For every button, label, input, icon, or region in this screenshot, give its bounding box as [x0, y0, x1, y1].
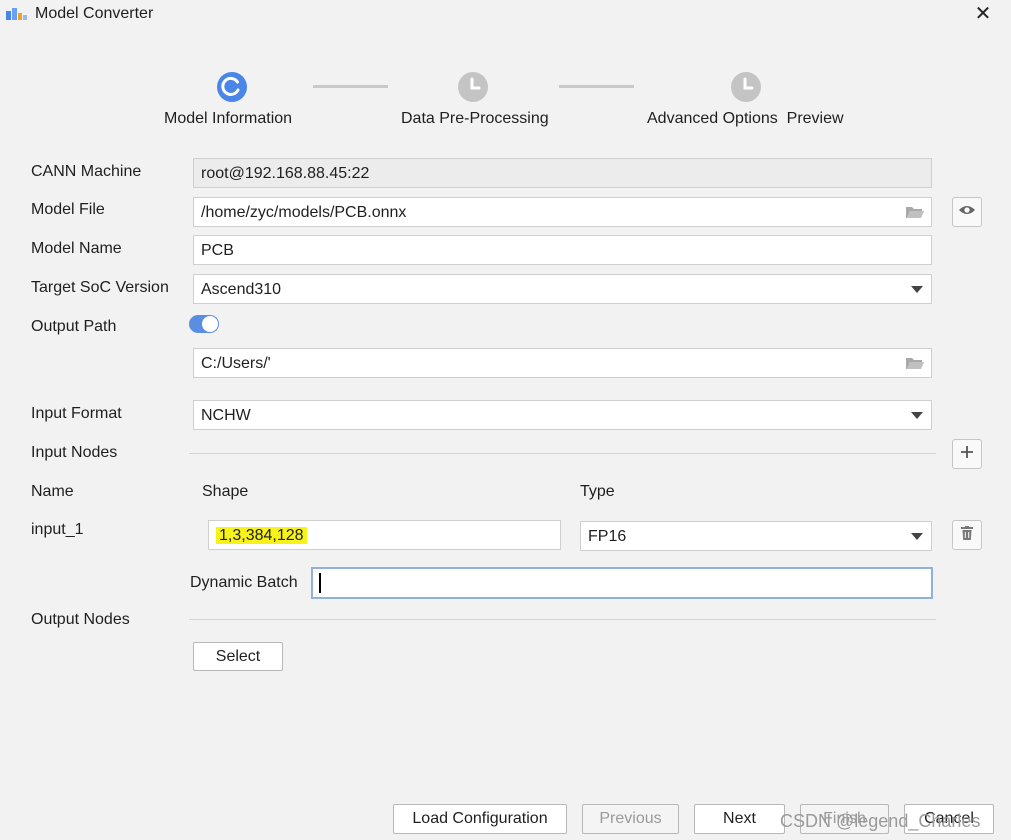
dynamic-batch-label: Dynamic Batch: [190, 574, 298, 591]
trash-icon: [961, 525, 973, 545]
plus-icon: [960, 445, 974, 464]
input-format-select[interactable]: NCHW: [193, 400, 932, 430]
previous-button[interactable]: Previous: [582, 804, 679, 834]
model-file-value: /home/zyc/models/PCB.onnx: [201, 204, 407, 221]
toggle-knob: [202, 316, 218, 332]
input-node-shape-input[interactable]: 1,3,384,128: [208, 520, 561, 550]
input-nodes-divider: [189, 453, 936, 454]
text-caret: [319, 573, 321, 593]
column-shape-header: Shape: [202, 483, 249, 500]
column-name-header: Name: [31, 483, 74, 500]
eye-icon: [958, 203, 976, 221]
add-input-node-button[interactable]: [952, 439, 982, 469]
preview-model-button[interactable]: [952, 197, 982, 227]
input-node-name: input_1: [31, 521, 84, 538]
column-type-header: Type: [580, 483, 615, 500]
load-configuration-button[interactable]: Load Configuration: [393, 804, 567, 834]
delete-input-node-button[interactable]: [952, 520, 982, 550]
model-name-input[interactable]: PCB: [193, 235, 932, 265]
step-connector: [313, 85, 388, 88]
model-file-label: Model File: [31, 201, 105, 218]
input-format-label: Input Format: [31, 405, 122, 422]
chevron-down-icon: [911, 533, 923, 540]
target-soc-label: Target SoC Version: [31, 279, 169, 296]
output-path-label: Output Path: [31, 318, 117, 335]
step-2-clock-icon: [457, 71, 489, 108]
close-icon[interactable]: ✕: [971, 3, 995, 25]
input-format-value: NCHW: [201, 407, 251, 424]
dynamic-batch-input[interactable]: [311, 567, 933, 599]
chevron-down-icon: [911, 412, 923, 419]
cann-machine-label: CANN Machine: [31, 163, 142, 180]
output-path-field[interactable]: C:/Users/': [193, 348, 932, 378]
model-name-label: Model Name: [31, 240, 122, 257]
step-3-label: Advanced Options Preview: [647, 110, 844, 127]
app-logo-icon: [6, 7, 28, 21]
step-1-active-icon: [216, 71, 248, 108]
step-connector: [559, 85, 634, 88]
watermark-text: CSDN @legend_Charles: [780, 811, 981, 831]
cann-machine-field: root@192.168.88.45:22: [193, 158, 932, 188]
target-soc-value: Ascend310: [201, 281, 282, 298]
select-output-nodes-button[interactable]: Select: [193, 642, 283, 671]
step-2-label: Data Pre-Processing: [401, 110, 549, 127]
target-soc-select[interactable]: Ascend310: [193, 274, 932, 304]
step-1-label: Model Information: [164, 110, 293, 127]
output-path-toggle[interactable]: [189, 315, 219, 333]
input-nodes-label: Input Nodes: [31, 444, 118, 461]
output-nodes-label: Output Nodes: [31, 611, 130, 628]
folder-browse-icon[interactable]: [905, 204, 925, 226]
output-nodes-divider: [189, 619, 936, 620]
input-node-type-value: FP16: [588, 528, 627, 545]
next-button[interactable]: Next: [694, 804, 785, 834]
window-title: Model Converter: [35, 5, 154, 22]
output-path-value: C:/Users/': [201, 355, 271, 372]
model-file-field[interactable]: /home/zyc/models/PCB.onnx: [193, 197, 932, 227]
chevron-down-icon: [911, 286, 923, 293]
input-node-type-select[interactable]: FP16: [580, 521, 932, 551]
folder-browse-icon[interactable]: [905, 355, 925, 377]
step-3-clock-icon: [730, 71, 762, 108]
input-node-shape-value: 1,3,384,128: [216, 527, 307, 544]
